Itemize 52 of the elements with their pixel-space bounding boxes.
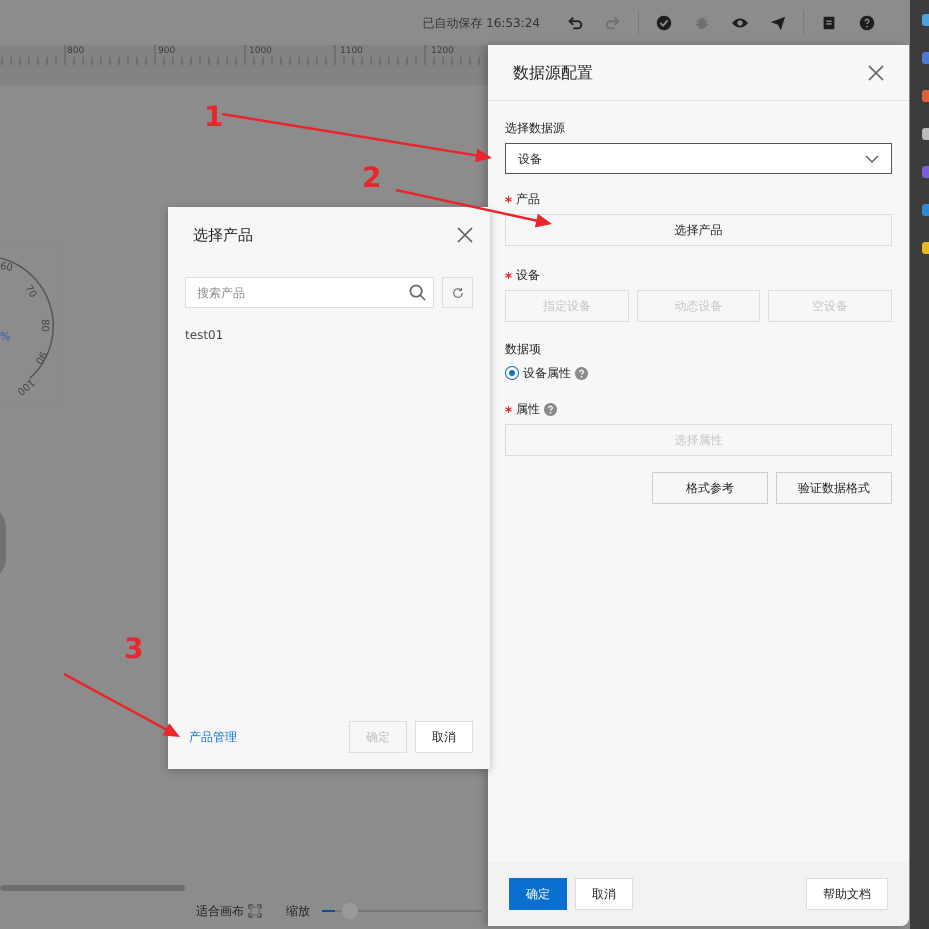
refresh-icon	[452, 286, 464, 298]
search-field[interactable]: 搜索产品	[185, 277, 434, 308]
dialog-title: 选择产品	[193, 224, 253, 246]
refresh-button[interactable]	[442, 277, 473, 308]
gauge-unit: %	[0, 329, 10, 345]
product-management-link[interactable]: 产品管理	[189, 728, 237, 746]
field-label: 选择数据源	[505, 120, 565, 137]
close-icon	[868, 64, 884, 80]
chevron-down-icon	[865, 154, 879, 162]
annotation-number: 2	[362, 160, 382, 196]
annotation-number: 1	[204, 99, 224, 135]
cancel-button[interactable]: 取消	[575, 878, 633, 910]
confirm-button[interactable]: 确定	[509, 878, 567, 910]
gauge-tick-label: 80	[38, 319, 51, 332]
zoom-slider-thumb[interactable]	[342, 903, 358, 919]
zoom-label: 缩放	[286, 903, 310, 920]
ruler-label: 1100	[340, 45, 363, 58]
gauge-tick-label: 90	[31, 348, 50, 367]
gauge-tick-label: 60	[0, 260, 14, 276]
action-button[interactable]: 验证数据格式	[776, 472, 892, 504]
help-docs-button[interactable]: 帮助文档	[806, 878, 888, 910]
ruler-label: 1200	[431, 45, 454, 58]
radio-button[interactable]	[505, 366, 519, 380]
autosave-status: 已自动保存 16:53:24	[422, 14, 540, 32]
ruler-label: 800	[67, 45, 84, 58]
close-icon	[457, 227, 473, 243]
close-button[interactable]	[868, 64, 884, 80]
annotation-number: 3	[124, 631, 144, 667]
drawer-title: 数据源配置	[513, 62, 593, 84]
source-select[interactable]: 设备	[505, 143, 892, 174]
help-icon	[858, 14, 876, 32]
field-label: 产品	[516, 191, 540, 208]
select-product-button[interactable]: 选择产品	[505, 214, 892, 246]
close-button[interactable]	[457, 227, 473, 243]
help-icon	[575, 366, 588, 380]
help-icon	[544, 402, 557, 416]
fullscreen-icon	[248, 904, 262, 918]
field-label: 设备	[516, 267, 540, 284]
radio-label: 设备属性	[523, 365, 571, 382]
ruler-label: 1000	[249, 45, 272, 58]
fit-canvas-button[interactable]: 适合画布	[196, 902, 262, 920]
search-icon	[409, 284, 426, 301]
select-value: 设备	[518, 150, 542, 168]
cancel-button[interactable]: 取消	[415, 721, 473, 753]
field-label: 属性	[516, 401, 540, 418]
field-label: 数据项	[505, 341, 541, 358]
gauge-tick-label: 100	[14, 375, 38, 398]
gauge-tick-label: 70	[21, 282, 40, 301]
ruler-label: 900	[158, 45, 176, 58]
action-button[interactable]: 格式参考	[652, 472, 768, 504]
product-item[interactable]: test01	[185, 326, 224, 344]
check-circle-icon	[655, 14, 673, 32]
